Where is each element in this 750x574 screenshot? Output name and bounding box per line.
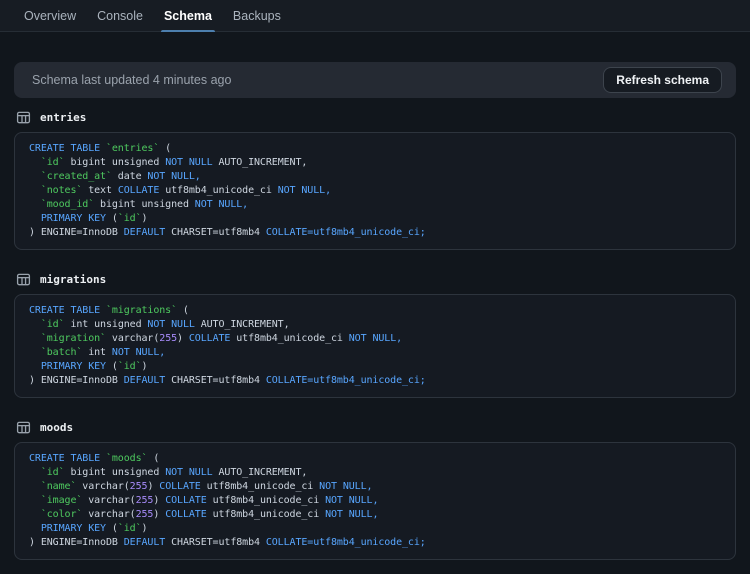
main-content: Schema last updated 4 minutes ago Refres… xyxy=(0,32,750,570)
table-icon xyxy=(16,420,31,435)
tab-overview[interactable]: Overview xyxy=(24,0,76,31)
code-line: PRIMARY KEY (`id`) xyxy=(29,360,721,374)
schema-status-banner: Schema last updated 4 minutes ago Refres… xyxy=(14,62,736,98)
table-section-header: migrations xyxy=(14,272,736,287)
code-line: ) ENGINE=InnoDB DEFAULT CHARSET=utf8mb4 … xyxy=(29,374,721,388)
refresh-schema-button[interactable]: Refresh schema xyxy=(603,67,722,93)
code-line: `image` varchar(255) COLLATE utf8mb4_uni… xyxy=(29,494,721,508)
table-name-label: migrations xyxy=(40,273,106,286)
sql-code-block: CREATE TABLE `moods` ( `id` bigint unsig… xyxy=(14,442,736,560)
code-line: `created_at` date NOT NULL, xyxy=(29,170,721,184)
table-section-header: moods xyxy=(14,420,736,435)
code-line: `migration` varchar(255) COLLATE utf8mb4… xyxy=(29,332,721,346)
code-line: CREATE TABLE `migrations` ( xyxy=(29,304,721,318)
sql-code-block: CREATE TABLE `migrations` ( `id` int uns… xyxy=(14,294,736,398)
code-line: `batch` int NOT NULL, xyxy=(29,346,721,360)
code-line: `color` varchar(255) COLLATE utf8mb4_uni… xyxy=(29,508,721,522)
sql-code: CREATE TABLE `entries` ( `id` bigint uns… xyxy=(29,142,721,240)
sql-code: CREATE TABLE `moods` ( `id` bigint unsig… xyxy=(29,452,721,550)
code-line: `name` varchar(255) COLLATE utf8mb4_unic… xyxy=(29,480,721,494)
sql-code: CREATE TABLE `migrations` ( `id` int uns… xyxy=(29,304,721,388)
table-section-moods: moods CREATE TABLE `moods` ( `id` bigint… xyxy=(14,420,736,560)
code-line: CREATE TABLE `moods` ( xyxy=(29,452,721,466)
table-name-label: moods xyxy=(40,421,73,434)
code-line: CREATE TABLE `entries` ( xyxy=(29,142,721,156)
code-line: `id` int unsigned NOT NULL AUTO_INCREMEN… xyxy=(29,318,721,332)
table-section-migrations: migrations CREATE TABLE `migrations` ( `… xyxy=(14,272,736,398)
code-line: `id` bigint unsigned NOT NULL AUTO_INCRE… xyxy=(29,466,721,480)
table-icon xyxy=(16,110,31,125)
code-line: ) ENGINE=InnoDB DEFAULT CHARSET=utf8mb4 … xyxy=(29,226,721,240)
tab-schema[interactable]: Schema xyxy=(164,0,212,31)
tab-backups[interactable]: Backups xyxy=(233,0,281,31)
database-schema-page: Overview Console Schema Backups Schema last… xyxy=(0,0,750,570)
code-line: PRIMARY KEY (`id`) xyxy=(29,212,721,226)
code-line: ) ENGINE=InnoDB DEFAULT CHARSET=utf8mb4 … xyxy=(29,536,721,550)
schema-status-text: Schema last updated 4 minutes ago xyxy=(32,73,231,87)
code-line: `notes` text COLLATE utf8mb4_unicode_ci … xyxy=(29,184,721,198)
code-line: `mood_id` bigint unsigned NOT NULL, xyxy=(29,198,721,212)
code-line: PRIMARY KEY (`id`) xyxy=(29,522,721,536)
table-section-entries: entries CREATE TABLE `entries` ( `id` bi… xyxy=(14,110,736,250)
tab-bar: Overview Console Schema Backups xyxy=(0,0,750,32)
table-name-label: entries xyxy=(40,111,86,124)
table-section-header: entries xyxy=(14,110,736,125)
code-line: `id` bigint unsigned NOT NULL AUTO_INCRE… xyxy=(29,156,721,170)
table-icon xyxy=(16,272,31,287)
sql-code-block: CREATE TABLE `entries` ( `id` bigint uns… xyxy=(14,132,736,250)
table-sections: entries CREATE TABLE `entries` ( `id` bi… xyxy=(14,110,736,560)
tab-console[interactable]: Console xyxy=(97,0,143,31)
